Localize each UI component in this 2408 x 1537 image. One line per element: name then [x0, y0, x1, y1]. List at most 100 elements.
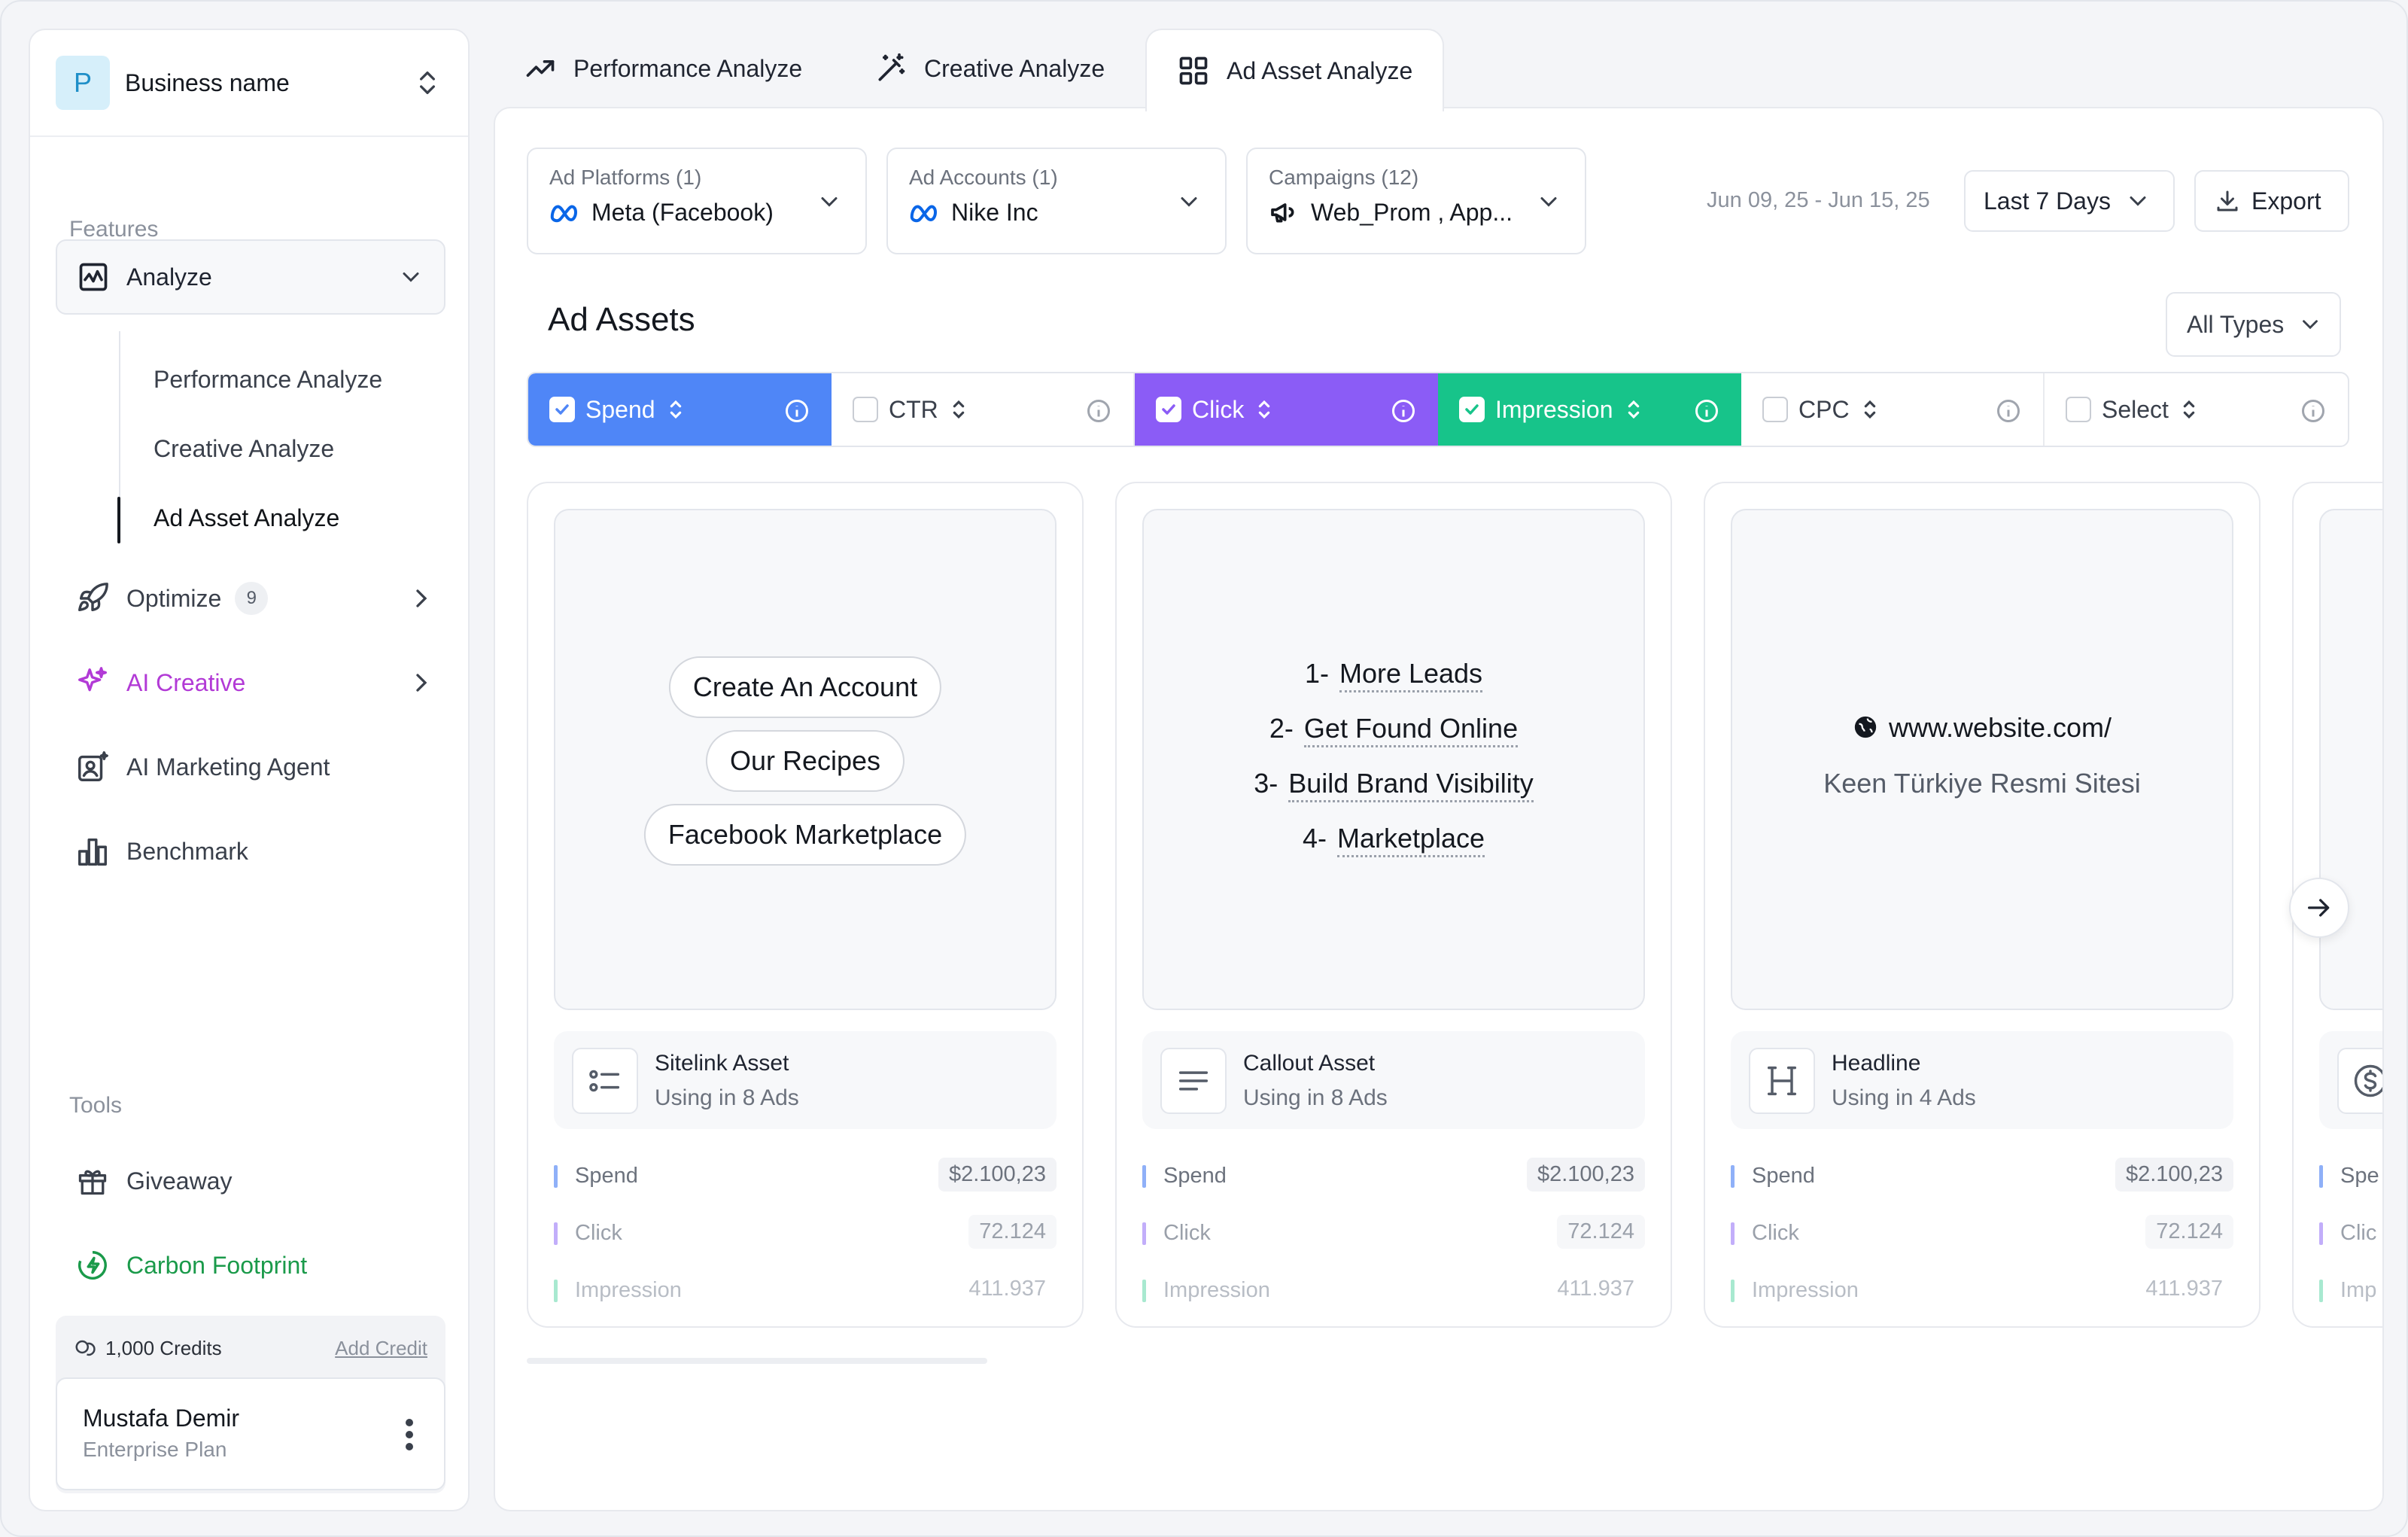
asset-card-headline[interactable]: www.website.com/ Keen Türkiye Resmi Site…	[1704, 482, 2261, 1328]
sidebar-item-optimize[interactable]: Optimize 9	[74, 572, 450, 625]
metric-label: CPC	[1798, 395, 1850, 423]
sidebar-item-carbon-footprint[interactable]: Carbon Footprint	[74, 1239, 450, 1292]
analytics-icon	[79, 263, 108, 291]
more-vertical-icon[interactable]	[405, 1418, 414, 1451]
info-icon[interactable]	[1390, 397, 1417, 425]
metric-click[interactable]: Click	[1135, 373, 1438, 446]
sort-icon[interactable]	[1859, 397, 1881, 422]
stat-spend: Spe	[2319, 1164, 2382, 1194]
sort-icon[interactable]	[1622, 397, 1645, 422]
stat-label: Imp	[2340, 1278, 2377, 1302]
sort-icon[interactable]	[2178, 397, 2200, 422]
metric-select[interactable]: Select	[2045, 373, 2348, 446]
info-icon[interactable]	[1995, 397, 2022, 425]
business-switcher[interactable]: P Business name	[30, 30, 468, 137]
stat-spend: Spend $2.100,23	[1142, 1158, 1645, 1194]
sidebar-item-benchmark[interactable]: Benchmark	[74, 825, 450, 878]
export-button[interactable]: Export	[2194, 170, 2349, 232]
stat-impression: Impression 411.937	[1731, 1277, 2233, 1308]
asset-type: Callout Asset	[1243, 1051, 1376, 1076]
asset-type: Headline	[1832, 1051, 1921, 1076]
tab-ad-asset-analyze[interactable]: Ad Asset Analyze	[1145, 29, 1445, 111]
sidebar-item-giveaway[interactable]: Giveaway	[74, 1155, 450, 1207]
sort-icon[interactable]	[947, 397, 970, 422]
carbon-footprint-label: Carbon Footprint	[126, 1251, 308, 1279]
stat-impression: Impression 411.937	[1142, 1277, 1645, 1308]
sort-icon[interactable]	[664, 397, 687, 422]
sidebar-item-creative-analyze[interactable]: Creative Analyze	[154, 435, 334, 463]
chevron-down-icon	[1540, 197, 1557, 207]
stat-impression: Imp	[2319, 1278, 2382, 1308]
sitelink-pill: Our Recipes	[705, 730, 905, 792]
sidebar-item-ai-marketing-agent[interactable]: AI Marketing Agent	[74, 741, 450, 793]
asset-usage: Using in 8 Ads	[1243, 1085, 1388, 1110]
asset-card-callout[interactable]: 1- More Leads 2- Get Found Online 3- Build …	[1115, 482, 1672, 1328]
filter-value: Meta (Facebook)	[591, 198, 774, 226]
metric-spend[interactable]: Spend	[528, 373, 832, 446]
checkbox-checked[interactable]	[549, 397, 575, 422]
stat-label: Click	[1752, 1221, 1799, 1245]
business-avatar: P	[56, 56, 110, 110]
tab-label: Creative Analyze	[924, 54, 1105, 82]
metric-impression[interactable]: Impression	[1438, 373, 1741, 446]
dollar-icon	[2337, 1048, 2382, 1114]
megaphone-icon	[1271, 203, 1294, 223]
info-icon[interactable]	[2300, 397, 2327, 425]
checkbox-unchecked[interactable]	[853, 397, 878, 422]
metric-label: CTR	[889, 395, 938, 423]
analyze-nav-group[interactable]: Analyze	[56, 239, 445, 315]
checkbox-checked[interactable]	[1459, 397, 1485, 422]
asset-info: Headline Using in 4 Ads	[1731, 1031, 2233, 1129]
sitelink-pill: Create An Account	[668, 656, 942, 718]
rocket-icon	[74, 580, 111, 617]
checkbox-unchecked[interactable]	[1762, 397, 1788, 422]
headline-text: Keen Türkiye Resmi Sitesi	[1823, 768, 2141, 799]
asset-card-sitelink[interactable]: Create An Account Our Recipes Facebook M…	[527, 482, 1084, 1328]
filter-title: Ad Platforms (1)	[549, 166, 702, 189]
stat-value: 72.124	[968, 1215, 1057, 1249]
next-arrow-button[interactable]	[2289, 878, 2349, 938]
horizontal-scrollbar[interactable]	[527, 1358, 987, 1364]
campaigns-filter[interactable]: Campaigns (12) Web_Prom , App...	[1246, 148, 1586, 254]
tab-performance-analyze[interactable]: Performance Analyze	[494, 29, 832, 108]
ad-accounts-filter[interactable]: Ad Accounts (1) Nike Inc	[886, 148, 1227, 254]
metric-cpc[interactable]: CPC	[1741, 373, 2045, 446]
add-credit-link[interactable]: Add Credit	[335, 1337, 427, 1360]
tab-creative-analyze[interactable]: Creative Analyze	[844, 29, 1135, 108]
info-icon[interactable]	[1693, 397, 1720, 425]
asset-type: Sitelink Asset	[655, 1051, 789, 1076]
meta-logo-icon	[910, 205, 938, 223]
ad-platforms-filter[interactable]: Ad Platforms (1) Meta (Facebook)	[527, 148, 867, 254]
checkbox-unchecked[interactable]	[2066, 397, 2091, 422]
sort-icon[interactable]	[1253, 397, 1275, 422]
chevron-down-icon	[1181, 197, 1197, 207]
text-lines-icon	[1160, 1048, 1227, 1114]
stat-click: Clic	[2319, 1221, 2382, 1251]
sidebar-item-performance-analyze[interactable]: Performance Analyze	[154, 366, 382, 394]
asset-info: Sitelink Asset Using in 8 Ads	[554, 1031, 1057, 1129]
info-icon[interactable]	[783, 397, 810, 425]
active-indicator	[117, 497, 120, 543]
stat-spend: Spend $2.100,23	[1731, 1158, 2233, 1194]
magic-wand-icon	[878, 53, 905, 81]
period-select[interactable]: Last 7 Days	[1964, 170, 2175, 232]
credits-amount: 1,000 Credits	[105, 1337, 222, 1359]
tab-label: Ad Asset Analyze	[1227, 56, 1413, 84]
date-range-text: Jun 09, 25 - Jun 15, 25	[1707, 188, 1930, 212]
sidebar-item-ai-creative[interactable]: AI Creative	[74, 656, 450, 709]
user-card[interactable]: Mustafa Demir Enterprise Plan	[56, 1377, 445, 1490]
asset-type-select[interactable]: All Types	[2166, 292, 2342, 357]
chevron-up-down-icon	[420, 72, 435, 95]
optimize-label: Optimize	[126, 584, 222, 612]
sidebar-item-ad-asset-analyze[interactable]: Ad Asset Analyze	[154, 504, 339, 532]
metric-ctr[interactable]: CTR	[832, 373, 1135, 446]
metric-label: Spend	[585, 395, 655, 423]
arrow-right-icon	[2308, 899, 2330, 917]
checkbox-checked[interactable]	[1156, 397, 1181, 422]
metric-label: Select	[2102, 395, 2169, 423]
features-section-label: Features	[69, 217, 159, 242]
coins-icon	[75, 1340, 96, 1356]
period-label: Last 7 Days	[1984, 187, 2111, 215]
download-icon	[2217, 190, 2238, 212]
info-icon[interactable]	[1085, 397, 1112, 425]
